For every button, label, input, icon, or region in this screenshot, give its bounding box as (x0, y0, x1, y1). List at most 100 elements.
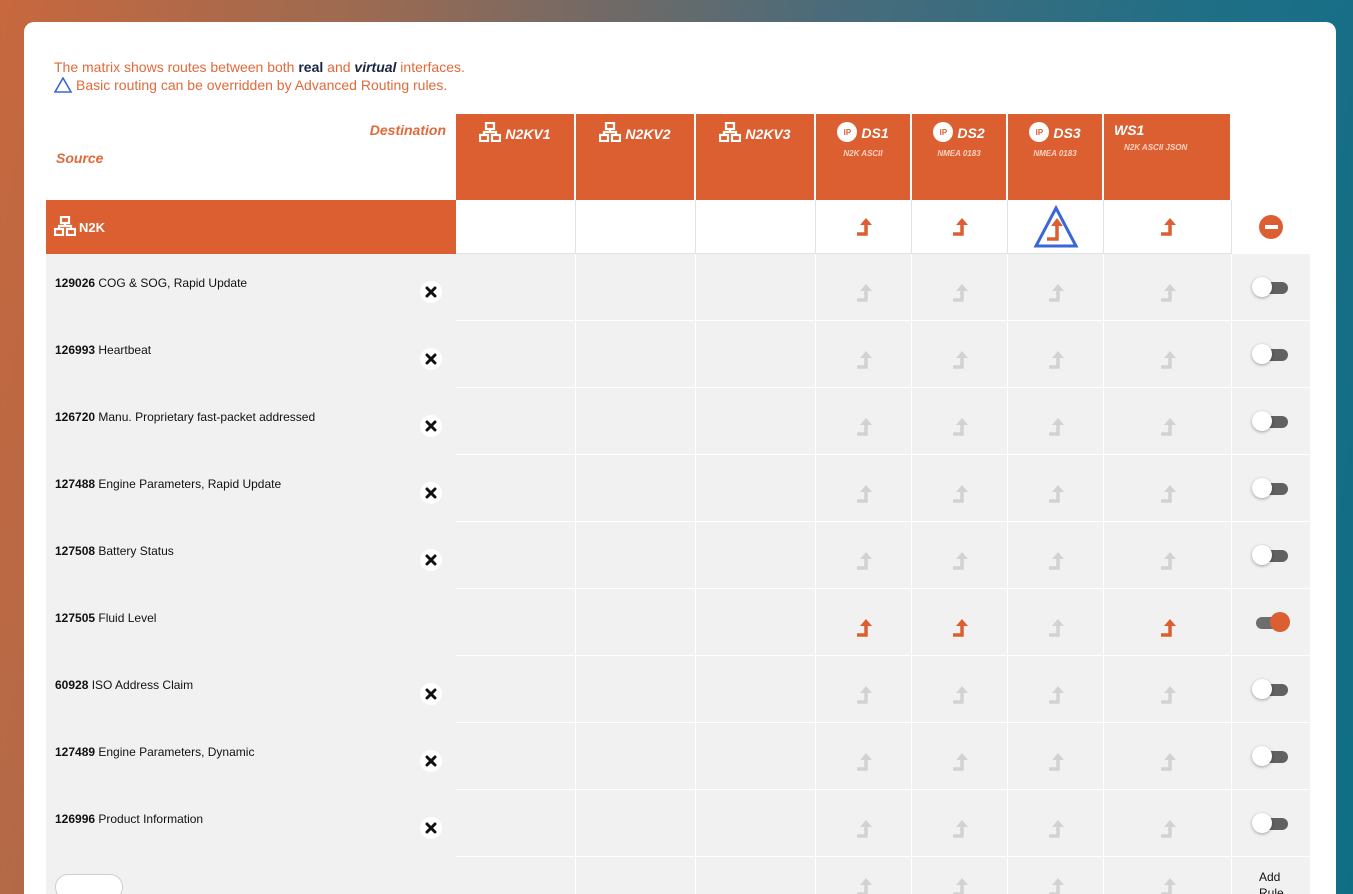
route-cell[interactable] (1008, 589, 1104, 656)
route-arrow-icon[interactable] (854, 484, 874, 504)
add-rule-label[interactable]: Add Rule (1251, 869, 1291, 894)
rule-toggle[interactable] (1252, 344, 1290, 364)
route-cell[interactable] (816, 522, 912, 589)
route-arrow-icon[interactable] (854, 752, 874, 772)
route-arrow-icon[interactable] (1158, 618, 1178, 638)
remove-rule-button[interactable] (420, 280, 442, 303)
route-cell[interactable] (1104, 790, 1232, 857)
route-arrow-icon[interactable] (1158, 283, 1178, 303)
route-arrow-icon[interactable] (1046, 618, 1066, 638)
override-triangle-icon[interactable] (1033, 204, 1079, 249)
route-arrow-icon[interactable] (950, 752, 970, 772)
rule-toggle[interactable] (1252, 813, 1290, 833)
route-cell[interactable] (1104, 455, 1232, 522)
route-cell[interactable] (1104, 522, 1232, 589)
route-cell[interactable] (1008, 455, 1104, 522)
route-cell[interactable] (1008, 254, 1104, 321)
route-arrow-icon[interactable] (1046, 417, 1066, 437)
route-cell[interactable] (696, 200, 816, 254)
rule-toggle[interactable] (1252, 545, 1290, 565)
remove-rule-button[interactable] (420, 347, 442, 370)
route-arrow-icon[interactable] (854, 283, 874, 303)
route-cell[interactable] (912, 254, 1008, 321)
route-arrow-icon[interactable] (1158, 217, 1178, 237)
route-cell[interactable] (816, 790, 912, 857)
route-arrow-icon[interactable] (1158, 752, 1178, 772)
route-cell[interactable] (1008, 388, 1104, 455)
remove-rule-button[interactable] (420, 414, 442, 437)
route-cell[interactable] (912, 790, 1008, 857)
route-arrow-icon[interactable] (950, 217, 970, 237)
rule-toggle[interactable] (1252, 746, 1290, 766)
remove-rule-button[interactable] (420, 682, 442, 705)
route-cell[interactable] (912, 321, 1008, 388)
route-cell[interactable] (912, 723, 1008, 790)
route-cell[interactable] (816, 254, 912, 321)
route-arrow-icon[interactable] (950, 350, 970, 370)
route-cell[interactable] (1104, 388, 1232, 455)
route-cell-overridden[interactable] (1008, 200, 1104, 254)
route-arrow-icon[interactable] (1158, 417, 1178, 437)
route-arrow-icon[interactable] (1158, 350, 1178, 370)
route-cell[interactable] (1104, 589, 1232, 656)
route-cell[interactable] (1008, 790, 1104, 857)
route-arrow-icon[interactable] (1158, 551, 1178, 571)
route-cell[interactable] (816, 589, 912, 656)
route-cell[interactable] (816, 723, 912, 790)
route-cell[interactable] (1008, 321, 1104, 388)
close-icon[interactable] (425, 688, 437, 700)
rule-toggle[interactable] (1252, 679, 1290, 699)
route-cell[interactable] (1104, 200, 1232, 254)
route-arrow-icon[interactable] (854, 685, 874, 705)
route-arrow-icon[interactable] (1046, 819, 1066, 839)
close-icon[interactable] (425, 420, 437, 432)
route-arrow-icon[interactable] (854, 350, 874, 370)
close-icon[interactable] (425, 353, 437, 365)
close-icon[interactable] (425, 755, 437, 767)
route-arrow-icon[interactable] (950, 685, 970, 705)
rule-toggle[interactable] (1252, 478, 1290, 498)
route-cell[interactable] (456, 200, 576, 254)
route-cell[interactable] (1104, 254, 1232, 321)
route-arrow-icon[interactable] (854, 217, 874, 237)
route-arrow-icon[interactable] (1046, 283, 1066, 303)
route-arrow-icon[interactable] (854, 819, 874, 839)
route-cell[interactable] (912, 388, 1008, 455)
add-rule-input[interactable] (55, 874, 123, 894)
close-icon[interactable] (425, 822, 437, 834)
route-arrow-icon[interactable] (950, 618, 970, 638)
remove-rule-button[interactable] (420, 749, 442, 772)
remove-rule-button[interactable] (420, 548, 442, 571)
route-arrow-icon[interactable] (950, 283, 970, 303)
route-arrow-icon[interactable] (1046, 350, 1066, 370)
route-cell[interactable] (1104, 723, 1232, 790)
route-arrow-icon[interactable] (950, 819, 970, 839)
add-rule-button[interactable]: Add Rule (1232, 857, 1310, 894)
rule-toggle[interactable] (1252, 277, 1290, 297)
route-cell[interactable] (912, 656, 1008, 723)
close-icon[interactable] (425, 286, 437, 298)
close-icon[interactable] (425, 554, 437, 566)
route-cell[interactable] (1008, 522, 1104, 589)
route-cell[interactable] (1008, 656, 1104, 723)
route-arrow-icon[interactable] (1046, 752, 1066, 772)
route-cell[interactable] (816, 388, 912, 455)
rule-toggle[interactable] (1252, 612, 1290, 632)
route-arrow-icon[interactable] (1158, 484, 1178, 504)
remove-source-button[interactable] (1259, 215, 1283, 239)
route-cell[interactable] (816, 455, 912, 522)
route-arrow-icon[interactable] (1046, 551, 1066, 571)
route-arrow-icon[interactable] (950, 551, 970, 571)
remove-rule-button[interactable] (420, 481, 442, 504)
route-arrow-icon[interactable] (854, 618, 874, 638)
route-arrow-icon[interactable] (854, 417, 874, 437)
route-cell[interactable] (816, 200, 912, 254)
route-cell[interactable] (816, 321, 912, 388)
route-cell[interactable] (912, 455, 1008, 522)
route-cell[interactable] (1104, 321, 1232, 388)
route-arrow-icon[interactable] (854, 551, 874, 571)
route-cell[interactable] (912, 589, 1008, 656)
route-arrow-icon[interactable] (1046, 484, 1066, 504)
route-cell[interactable] (576, 200, 696, 254)
rule-toggle[interactable] (1252, 411, 1290, 431)
